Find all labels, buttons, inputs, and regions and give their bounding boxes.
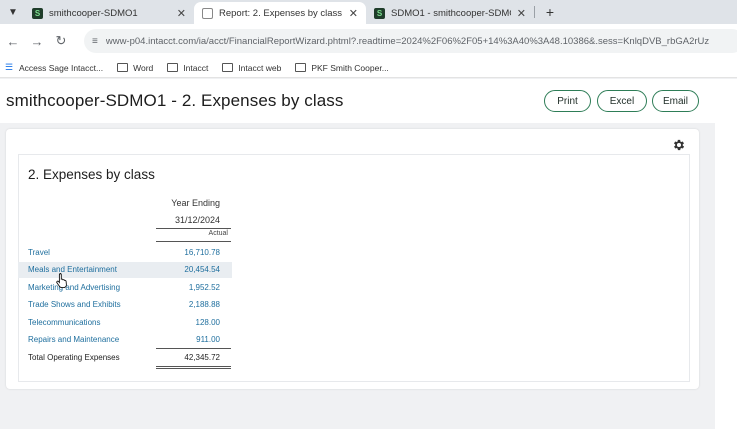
- reload-icon[interactable]: ↻: [52, 32, 70, 50]
- bookmarks-bar: ☰ Access Sage Intacct... Word Intacct In…: [0, 58, 737, 78]
- column-header-rule: [156, 241, 231, 242]
- tab-title: Report: 2. Expenses by class: [219, 7, 343, 19]
- tab-report-expenses[interactable]: Report: 2. Expenses by class ✕: [194, 2, 366, 24]
- total-value: 42,345.72: [184, 353, 220, 362]
- bookmark-sage-intacct[interactable]: ☰ Access Sage Intacct...: [4, 62, 104, 73]
- close-icon[interactable]: ✕: [517, 7, 526, 20]
- tab-title: smithcooper-SDMO1: [49, 7, 138, 19]
- excel-button[interactable]: Excel: [597, 90, 647, 112]
- folder-icon: [117, 63, 129, 72]
- browser-tab-strip: ▼ S smithcooper-SDMO1 ✕ Report: 2. Expen…: [0, 0, 737, 24]
- bookmark-intacct[interactable]: Intacct: [167, 63, 208, 73]
- bookmark-label: Word: [133, 62, 154, 73]
- total-label: Total Operating Expenses: [28, 353, 120, 362]
- hand-pointer-cursor-icon: [56, 273, 67, 288]
- total-double-rule: [156, 366, 231, 367]
- page-icon: [202, 7, 213, 19]
- table-row[interactable]: Marketing and Advertising 1,952.52: [18, 280, 232, 296]
- back-arrow-icon[interactable]: ←: [4, 32, 22, 50]
- column-header-year-ending: Year Ending: [171, 198, 220, 208]
- column-header-rule: [156, 228, 231, 229]
- row-label[interactable]: Meals and Entertainment: [28, 265, 117, 274]
- tab-separator: [534, 6, 535, 18]
- print-button[interactable]: Print: [544, 90, 591, 112]
- row-value[interactable]: 20,454.54: [184, 265, 220, 274]
- bookmark-word[interactable]: Word: [117, 63, 153, 73]
- bookmark-intacct-web[interactable]: Intacct web: [222, 63, 281, 73]
- new-tab-plus-icon[interactable]: +: [540, 2, 560, 22]
- column-header-actual: Actual: [208, 230, 228, 237]
- email-button[interactable]: Email: [652, 90, 699, 112]
- table-row[interactable]: Repairs and Maintenance 911.00: [18, 332, 232, 348]
- tab-title: SDMO1 - smithcooper-SDMO1: [391, 7, 511, 19]
- row-label[interactable]: Travel: [28, 248, 50, 257]
- folder-icon: [167, 63, 179, 72]
- close-icon[interactable]: ✕: [177, 7, 186, 20]
- bookmark-label: Access Sage Intacct...: [19, 62, 104, 73]
- folder-icon: [295, 63, 307, 72]
- page-title: smithcooper-SDMO1 - 2. Expenses by class: [6, 91, 344, 110]
- table-row[interactable]: Trade Shows and Exhibits 2,188.88: [18, 297, 232, 313]
- row-value[interactable]: 16,710.78: [184, 248, 220, 257]
- row-label[interactable]: Repairs and Maintenance: [28, 335, 119, 344]
- row-value[interactable]: 1,952.52: [189, 283, 220, 292]
- gear-icon[interactable]: [672, 138, 686, 152]
- page-header: smithcooper-SDMO1 - 2. Expenses by class…: [0, 79, 737, 123]
- row-label[interactable]: Marketing and Advertising: [28, 283, 120, 292]
- tab-sdmo1[interactable]: S SDMO1 - smithcooper-SDMO1 ✕: [366, 2, 534, 24]
- site-settings-icon[interactable]: ≡: [92, 36, 98, 47]
- sage-s-icon: S: [374, 7, 385, 19]
- sage-icon: ☰: [4, 62, 14, 72]
- table-row[interactable]: Travel 16,710.78: [18, 245, 232, 261]
- bookmark-pkf-smith-cooper[interactable]: PKF Smith Cooper...: [295, 62, 389, 73]
- subtotal-rule: [156, 348, 231, 349]
- browser-toolbar: ← → ↻ ≡ www-p04.intacct.com/ia/acct/Fina…: [0, 24, 737, 58]
- folder-icon: [222, 63, 234, 72]
- row-label[interactable]: Telecommunications: [28, 318, 100, 327]
- report-title: 2. Expenses by class: [28, 167, 155, 182]
- scrollbar-track[interactable]: [715, 123, 737, 429]
- table-row[interactable]: Telecommunications 128.00: [18, 315, 232, 331]
- tab-smithcooper[interactable]: S smithcooper-SDMO1 ✕: [24, 2, 194, 24]
- column-header-date: 31/12/2024: [174, 215, 220, 225]
- tab-search-chevron-icon[interactable]: ▼: [4, 3, 22, 21]
- address-bar[interactable]: ≡ www-p04.intacct.com/ia/acct/FinancialR…: [84, 29, 737, 53]
- total-row: Total Operating Expenses 42,345.72: [18, 350, 232, 366]
- row-value[interactable]: 911.00: [196, 335, 220, 344]
- bookmark-label: PKF Smith Cooper...: [311, 62, 389, 73]
- row-value[interactable]: 128.00: [196, 318, 220, 327]
- total-double-rule: [156, 368, 231, 369]
- table-row[interactable]: Meals and Entertainment 20,454.54: [18, 262, 232, 278]
- bookmark-label: Intacct: [183, 62, 209, 73]
- row-label[interactable]: Trade Shows and Exhibits: [28, 300, 121, 309]
- bookmark-label: Intacct web: [238, 62, 282, 73]
- close-icon[interactable]: ✕: [349, 7, 358, 20]
- row-value[interactable]: 2,188.88: [189, 300, 220, 309]
- sage-s-icon: S: [32, 7, 43, 19]
- forward-arrow-icon[interactable]: →: [28, 32, 46, 50]
- url-text[interactable]: www-p04.intacct.com/ia/acct/FinancialRep…: [106, 36, 709, 47]
